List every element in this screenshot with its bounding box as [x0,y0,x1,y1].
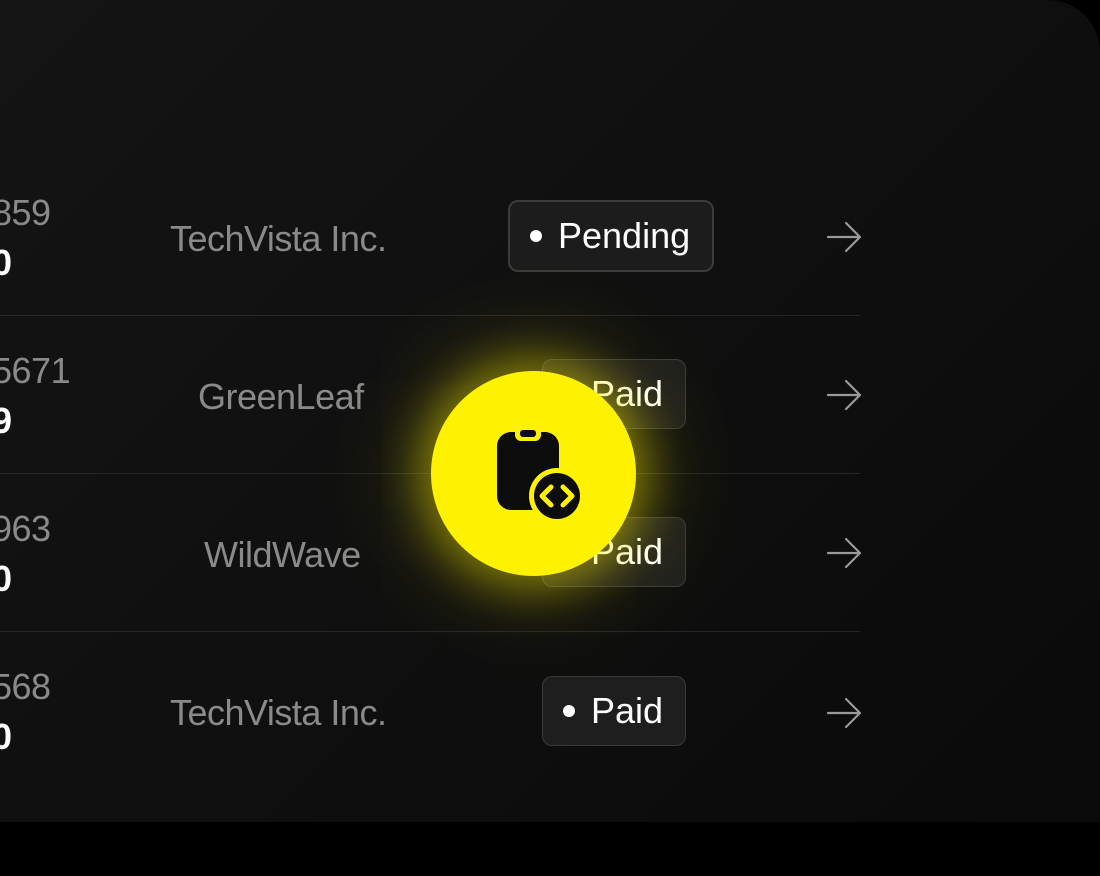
screen: 859 0 TechVista Inc. Pending 5671 9 Gree… [0,0,1100,876]
company-name: WildWave [204,534,361,575]
company-name: TechVista Inc. [170,218,387,259]
invoice-id: 859 [0,192,51,233]
invoice-id: 568 [0,666,51,707]
clipboard-action-button[interactable] [431,371,636,576]
status-label: Pending [558,215,691,256]
invoice-id: 963 [0,508,51,549]
status-badge: Pending [508,200,715,272]
invoice-id: 5671 [0,350,71,391]
table-row[interactable]: 859 0 TechVista Inc. Pending [0,158,862,316]
invoice-amount: 0 [0,558,13,599]
invoice-amount: 9 [0,400,13,441]
arrow-right-icon[interactable] [826,534,864,572]
status-dot [530,230,542,242]
invoice-amount: 0 [0,242,13,283]
table-row[interactable]: 5671 9 GreenLeaf Paid [0,316,862,474]
clipboard-code-icon [479,416,589,531]
table-row[interactable]: 568 0 TechVista Inc. Paid [0,632,862,790]
arrow-right-icon[interactable] [826,218,864,256]
invoice-amount: 0 [0,716,13,757]
table-row[interactable]: 963 0 WildWave Paid [0,474,862,632]
status-badge: Paid [542,676,687,746]
arrow-right-icon[interactable] [826,376,864,414]
invoice-list-panel: 859 0 TechVista Inc. Pending 5671 9 Gree… [0,0,1100,822]
arrow-right-icon[interactable] [826,694,864,732]
status-dot [563,705,575,717]
company-name: GreenLeaf [198,376,364,417]
status-label: Paid [591,690,664,731]
company-name: TechVista Inc. [170,692,387,733]
